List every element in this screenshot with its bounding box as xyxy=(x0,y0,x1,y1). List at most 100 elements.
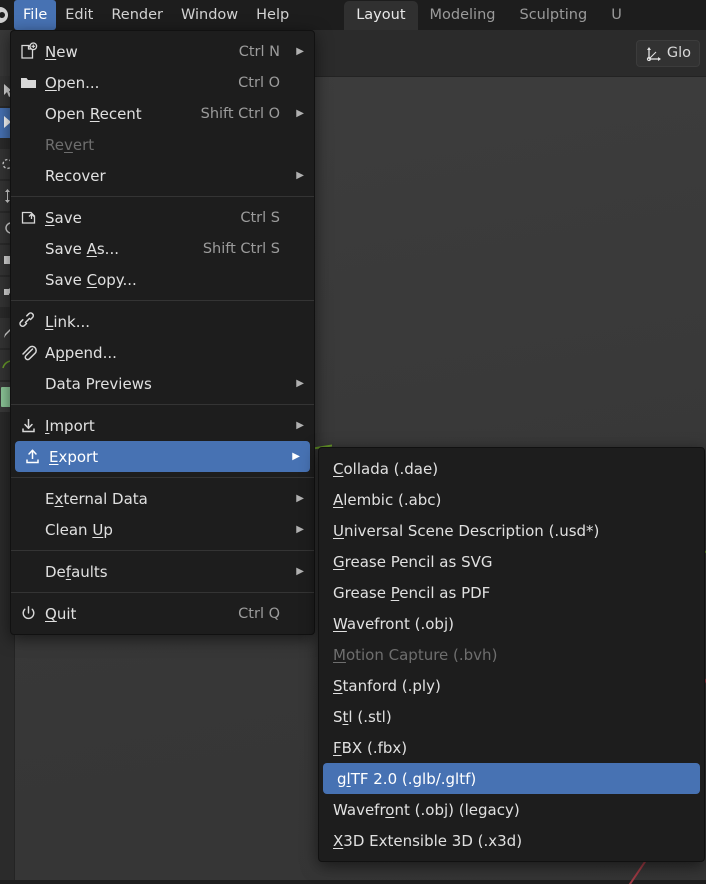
chevron-right-icon: ▶ xyxy=(296,493,304,504)
folder-open-icon xyxy=(11,73,45,92)
export-item-grease-pencil-svg[interactable]: Grease Pencil as SVG xyxy=(319,546,704,577)
menu-separator xyxy=(11,592,314,593)
new-file-icon xyxy=(11,42,45,61)
menu-item-defaults[interactable]: Defaults ▶ xyxy=(11,556,314,587)
tab-uv-editing[interactable]: U xyxy=(599,3,634,28)
menu-item-export-label: Export xyxy=(49,447,99,466)
chevron-right-icon: ▶ xyxy=(296,524,304,535)
export-item-x3d-label: X3D Extensible 3D (.x3d) xyxy=(333,831,523,850)
menu-item-save-as[interactable]: Save As... Shift Ctrl S ▶ xyxy=(11,233,314,264)
export-item-stanford-ply[interactable]: Stanford (.ply) xyxy=(319,670,704,701)
power-quit-icon xyxy=(11,604,45,623)
export-item-wavefront-obj-legacy-label: Wavefront (.obj) (legacy) xyxy=(333,800,520,819)
export-item-fbx[interactable]: FBX (.fbx) xyxy=(319,732,704,763)
export-item-wavefront-obj-legacy[interactable]: Wavefront (.obj) (legacy) xyxy=(319,794,704,825)
menu-item-data-previews[interactable]: Data Previews ▶ xyxy=(11,368,314,399)
menu-item-new-shortcut: Ctrl N xyxy=(238,43,280,60)
export-item-usd[interactable]: Universal Scene Description (.usd*) xyxy=(319,515,704,546)
menu-item-data-previews-label: Data Previews xyxy=(45,374,152,393)
transform-orientation-label: Glo xyxy=(666,45,691,61)
menu-item-save-as-shortcut: Shift Ctrl S xyxy=(202,240,280,257)
export-item-stl-label: Stl (.stl) xyxy=(333,707,392,726)
workspace-tabs: Layout Modeling Sculpting U xyxy=(344,0,634,30)
export-item-wavefront-obj[interactable]: Wavefront (.obj) xyxy=(319,608,704,639)
export-item-gltf-label: glTF 2.0 (.glb/.gltf) xyxy=(337,769,477,788)
file-menu-dropdown[interactable]: New Ctrl N ▶ Open... Ctrl O ▶ Open Recen… xyxy=(10,30,315,635)
menu-item-new[interactable]: New Ctrl N ▶ xyxy=(11,36,314,67)
menu-render[interactable]: Render xyxy=(102,0,172,30)
export-item-grease-pencil-pdf[interactable]: Grease Pencil as PDF xyxy=(319,577,704,608)
menu-item-quit-label: Quit xyxy=(45,604,77,623)
menu-item-revert-label: Revert xyxy=(45,135,95,154)
menu-item-open-recent[interactable]: Open Recent Shift Ctrl O ▶ xyxy=(11,98,314,129)
chevron-right-icon: ▶ xyxy=(296,420,304,431)
menu-item-open-shortcut: Ctrl O xyxy=(238,74,280,91)
export-item-alembic[interactable]: Alembic (.abc) xyxy=(319,484,704,515)
import-arrow-down-icon xyxy=(11,416,45,435)
chevron-right-icon: ▶ xyxy=(296,378,304,389)
blender-logo-icon[interactable] xyxy=(0,0,14,30)
top-menu-bar: File Edit Render Window Help Layout Mode… xyxy=(0,0,706,30)
blender-logo-shape xyxy=(0,7,8,23)
menu-item-quit-shortcut: Ctrl Q xyxy=(238,605,280,622)
menu-item-import-label: Import xyxy=(45,416,95,435)
tab-modeling[interactable]: Modeling xyxy=(418,3,508,28)
export-item-grease-pencil-pdf-label: Grease Pencil as PDF xyxy=(333,583,491,602)
menu-item-import[interactable]: Import ▶ xyxy=(11,410,314,441)
export-item-fbx-label: FBX (.fbx) xyxy=(333,738,408,757)
transform-orientation-dropdown[interactable]: Glo xyxy=(635,39,700,67)
export-item-grease-pencil-svg-label: Grease Pencil as SVG xyxy=(333,552,493,571)
menu-window[interactable]: Window xyxy=(172,0,247,30)
menu-item-link-label: Link... xyxy=(45,312,91,331)
menu-separator xyxy=(11,196,314,197)
menu-item-recover[interactable]: Recover ▶ xyxy=(11,160,314,191)
menu-item-external-data[interactable]: External Data ▶ xyxy=(11,483,314,514)
menu-separator xyxy=(11,550,314,551)
menu-separator xyxy=(11,300,314,301)
menu-item-append-label: Append... xyxy=(45,343,117,362)
menu-help[interactable]: Help xyxy=(247,0,298,30)
menu-separator xyxy=(11,477,314,478)
export-item-gltf[interactable]: glTF 2.0 (.glb/.gltf) xyxy=(323,763,700,794)
menu-item-export[interactable]: Export ▶ xyxy=(15,441,310,472)
chevron-right-icon: ▶ xyxy=(296,46,304,57)
menu-item-clean-up[interactable]: Clean Up ▶ xyxy=(11,514,314,545)
menu-item-save-copy-label: Save Copy... xyxy=(45,270,137,289)
export-item-stl[interactable]: Stl (.stl) xyxy=(319,701,704,732)
menu-item-open[interactable]: Open... Ctrl O ▶ xyxy=(11,67,314,98)
menu-item-append[interactable]: Append... ▶ xyxy=(11,337,314,368)
chevron-right-icon: ▶ xyxy=(296,170,304,181)
transform-orientation-icon xyxy=(646,46,661,61)
menu-item-save-as-label: Save As... xyxy=(45,239,119,258)
export-item-alembic-label: Alembic (.abc) xyxy=(333,490,442,509)
chevron-right-icon: ▶ xyxy=(296,566,304,577)
menu-item-open-recent-label: Open Recent xyxy=(45,104,142,123)
export-item-motion-capture: Motion Capture (.bvh) xyxy=(319,639,704,670)
menu-item-recover-label: Recover xyxy=(45,166,106,185)
menu-item-external-data-label: External Data xyxy=(45,489,148,508)
chevron-right-icon: ▶ xyxy=(296,108,304,119)
menu-item-save[interactable]: Save Ctrl S ▶ xyxy=(11,202,314,233)
export-item-motion-capture-label: Motion Capture (.bvh) xyxy=(333,645,498,664)
menu-item-quit[interactable]: Quit Ctrl Q ▶ xyxy=(11,598,314,629)
export-item-collada-label: Collada (.dae) xyxy=(333,459,439,478)
link-chain-icon xyxy=(11,312,45,331)
export-item-wavefront-obj-label: Wavefront (.obj) xyxy=(333,614,454,633)
export-item-x3d[interactable]: X3D Extensible 3D (.x3d) xyxy=(319,825,704,856)
export-arrow-up-icon xyxy=(15,447,49,466)
tab-sculpting[interactable]: Sculpting xyxy=(507,3,599,28)
menu-item-revert: Revert ▶ xyxy=(11,129,314,160)
menu-file[interactable]: File xyxy=(14,0,57,30)
chevron-right-icon: ▶ xyxy=(292,451,300,462)
export-item-collada[interactable]: Collada (.dae) xyxy=(319,453,704,484)
menu-item-save-copy[interactable]: Save Copy... ▶ xyxy=(11,264,314,295)
menu-edit[interactable]: Edit xyxy=(56,0,102,30)
menu-item-open-recent-shortcut: Shift Ctrl O xyxy=(200,105,280,122)
tab-layout[interactable]: Layout xyxy=(344,0,418,30)
save-icon xyxy=(11,208,45,227)
menu-item-save-label: Save xyxy=(45,208,82,227)
menu-item-link[interactable]: Link... ▶ xyxy=(11,306,314,337)
export-submenu[interactable]: Collada (.dae) Alembic (.abc) Universal … xyxy=(318,447,705,862)
menu-item-save-shortcut: Ctrl S xyxy=(240,209,280,226)
export-item-stanford-ply-label: Stanford (.ply) xyxy=(333,676,441,695)
